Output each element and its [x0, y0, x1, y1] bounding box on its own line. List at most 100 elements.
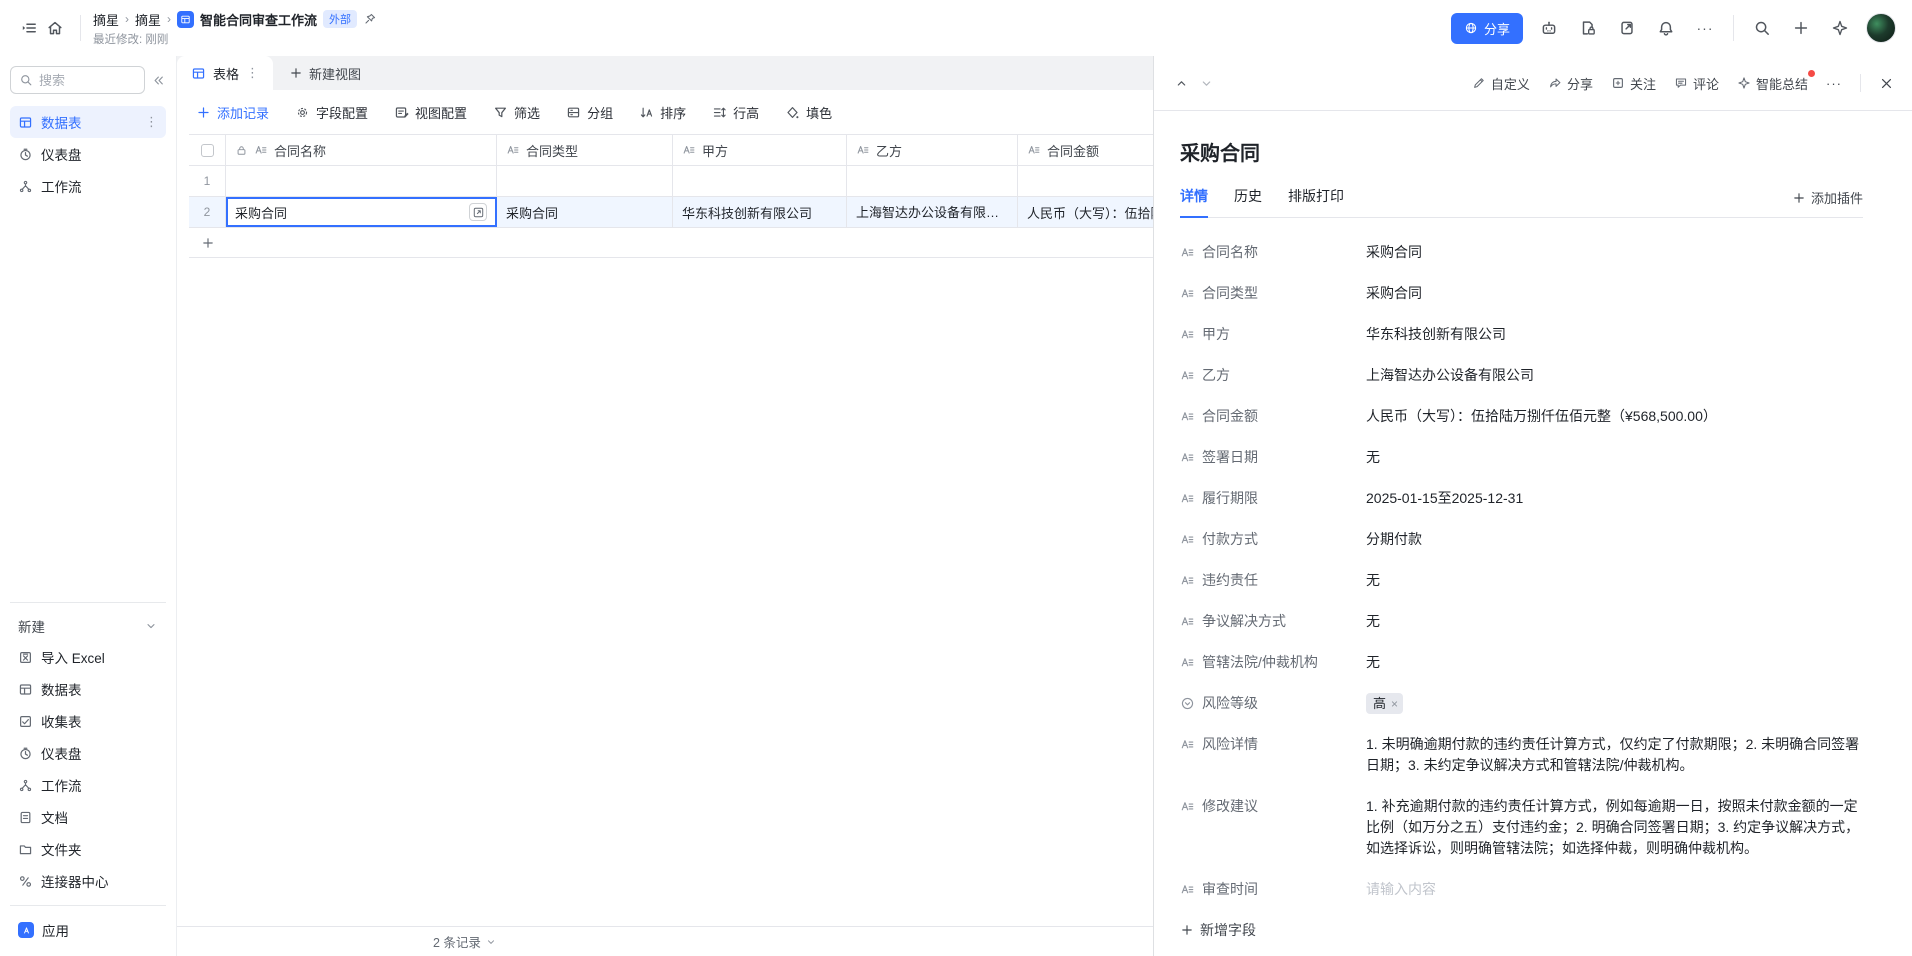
sidebar-item-connector-center[interactable]: 连接器中心: [10, 865, 166, 897]
select-all-cell[interactable]: [189, 135, 226, 165]
field-label[interactable]: 签署日期: [1180, 447, 1360, 468]
close-panel-icon[interactable]: [1879, 76, 1894, 91]
pin-icon[interactable]: [363, 12, 377, 26]
field-value[interactable]: 华东科技创新有限公司: [1366, 324, 1863, 345]
permission-doc-lock-icon[interactable]: [1575, 15, 1601, 41]
sidebar-item-import-excel[interactable]: 导入 Excel: [10, 641, 166, 673]
create-new-icon[interactable]: [1788, 15, 1814, 41]
field-label[interactable]: 争议解决方式: [1180, 611, 1360, 632]
sidebar-toggle-icon[interactable]: [16, 15, 42, 41]
record-count[interactable]: 2 条记录: [433, 932, 481, 951]
add-plugin-button[interactable]: 添加插件: [1792, 188, 1863, 217]
field-label[interactable]: 管辖法院/仲裁机构: [1180, 652, 1360, 673]
group-button[interactable]: 分组: [566, 103, 613, 122]
field-label[interactable]: 审查时间: [1180, 879, 1360, 900]
column-header[interactable]: 合同名称: [226, 135, 497, 165]
add-field-button[interactable]: 新增字段: [1180, 920, 1863, 940]
column-header[interactable]: 合同类型: [497, 135, 673, 165]
home-icon[interactable]: [42, 15, 68, 41]
search-input[interactable]: [39, 73, 109, 88]
field-label[interactable]: 违约责任: [1180, 570, 1360, 591]
breadcrumb-item[interactable]: 摘星: [93, 10, 119, 29]
table-cell[interactable]: [226, 166, 497, 196]
field-label[interactable]: 风险详情: [1180, 734, 1360, 776]
field-label[interactable]: 甲方: [1180, 324, 1360, 345]
tab-details[interactable]: 详情: [1180, 186, 1208, 218]
global-search-icon[interactable]: [1749, 15, 1775, 41]
fill-color-button[interactable]: 填色: [785, 103, 832, 122]
row-number[interactable]: 2: [189, 197, 226, 227]
field-value[interactable]: 无: [1366, 652, 1863, 673]
field-label[interactable]: 合同金额: [1180, 406, 1360, 427]
field-value[interactable]: 无: [1366, 570, 1863, 591]
breadcrumb-item[interactable]: 摘星: [135, 10, 161, 29]
follow-button[interactable]: 关注: [1611, 74, 1656, 93]
field-value[interactable]: 无: [1366, 447, 1863, 468]
field-label[interactable]: 付款方式: [1180, 529, 1360, 550]
collapse-sidebar-icon[interactable]: [151, 73, 166, 88]
table-cell[interactable]: [1018, 166, 1153, 196]
view-menu-icon[interactable]: ⋮: [246, 65, 259, 81]
item-menu-icon[interactable]: ⋮: [145, 114, 158, 130]
field-value[interactable]: 1. 补充逾期付款的违约责任计算方式，例如每逾期一日，按照未付款金额的一定比例（…: [1366, 796, 1863, 859]
table-cell[interactable]: 人民币（大写）：伍拾陆万捌仟伍佰元整（¥568,500.00）: [1018, 197, 1153, 227]
sidebar-item-new-document[interactable]: 文档: [10, 801, 166, 833]
field-value[interactable]: 无: [1366, 611, 1863, 632]
next-record-icon[interactable]: [1199, 76, 1214, 91]
field-value[interactable]: 高 ×: [1366, 693, 1863, 714]
sidebar-item-new-workflow[interactable]: 工作流: [10, 769, 166, 801]
field-label[interactable]: 合同名称: [1180, 242, 1360, 263]
table-cell[interactable]: [497, 166, 673, 196]
column-header[interactable]: 合同金额: [1018, 135, 1153, 165]
field-label[interactable]: 乙方: [1180, 365, 1360, 386]
sidebar-item-new-folder[interactable]: 文件夹: [10, 833, 166, 865]
table-cell[interactable]: [673, 166, 847, 196]
tab-print-layout[interactable]: 排版打印: [1288, 186, 1344, 218]
document-title[interactable]: 智能合同审查工作流: [200, 10, 317, 29]
sidebar-item-workflow[interactable]: 工作流: [10, 170, 166, 202]
column-header[interactable]: 甲方: [673, 135, 847, 165]
field-label[interactable]: 合同类型: [1180, 283, 1360, 304]
filter-button[interactable]: 筛选: [493, 103, 540, 122]
sidebar-item-dashboard[interactable]: 仪表盘: [10, 138, 166, 170]
sidebar-section-new[interactable]: 新建: [10, 611, 166, 641]
add-row-plus-icon[interactable]: [189, 236, 226, 250]
sort-button[interactable]: 排序: [639, 103, 686, 122]
field-config-button[interactable]: 字段配置: [295, 103, 368, 122]
panel-share-button[interactable]: 分享: [1548, 74, 1593, 93]
sidebar-search[interactable]: [10, 66, 145, 94]
field-label[interactable]: 风险等级: [1180, 693, 1360, 714]
tab-history[interactable]: 历史: [1234, 186, 1262, 218]
table-cell[interactable]: 上海智达办公设备有限公司: [847, 197, 1018, 227]
risk-level-tag[interactable]: 高 ×: [1366, 693, 1403, 714]
sidebar-item-datatable[interactable]: 数据表 ⋮: [10, 106, 166, 138]
field-value[interactable]: 上海智达办公设备有限公司: [1366, 365, 1863, 386]
assistant-robot-icon[interactable]: [1536, 15, 1562, 41]
ai-sparkle-icon[interactable]: [1827, 15, 1853, 41]
table-cell[interactable]: 采购合同: [497, 197, 673, 227]
open-external-icon[interactable]: [1614, 15, 1640, 41]
field-label[interactable]: 修改建议: [1180, 796, 1360, 859]
previous-record-icon[interactable]: [1174, 76, 1189, 91]
view-config-button[interactable]: 视图配置: [394, 103, 467, 122]
table-cell[interactable]: 华东科技创新有限公司: [673, 197, 847, 227]
new-view-button[interactable]: 新建视图: [273, 56, 377, 90]
field-value[interactable]: 1. 未明确逾期付款的违约责任计算方式，仅约定了付款期限；2. 未明确合同签署日…: [1366, 734, 1863, 776]
row-height-button[interactable]: 行高: [712, 103, 759, 122]
row-number[interactable]: 1: [189, 166, 226, 196]
selected-cell[interactable]: 采购合同: [226, 197, 497, 227]
sidebar-item-new-datatable[interactable]: 数据表: [10, 673, 166, 705]
add-record-button[interactable]: 添加记录: [196, 103, 269, 122]
comment-button[interactable]: 评论: [1674, 74, 1719, 93]
field-value-placeholder[interactable]: 请输入内容: [1366, 879, 1863, 900]
user-avatar[interactable]: [1866, 13, 1896, 43]
more-actions-icon[interactable]: ···: [1692, 15, 1718, 41]
panel-more-icon[interactable]: ···: [1826, 76, 1842, 91]
expand-record-icon[interactable]: [469, 203, 487, 221]
field-label[interactable]: 履行期限: [1180, 488, 1360, 509]
share-button[interactable]: 分享: [1451, 13, 1523, 44]
column-header[interactable]: 乙方: [847, 135, 1018, 165]
field-value[interactable]: 人民币（大写）：伍拾陆万捌仟伍佰元整（¥568,500.00）: [1366, 406, 1863, 427]
table-cell[interactable]: [847, 166, 1018, 196]
add-row[interactable]: [189, 228, 1153, 258]
